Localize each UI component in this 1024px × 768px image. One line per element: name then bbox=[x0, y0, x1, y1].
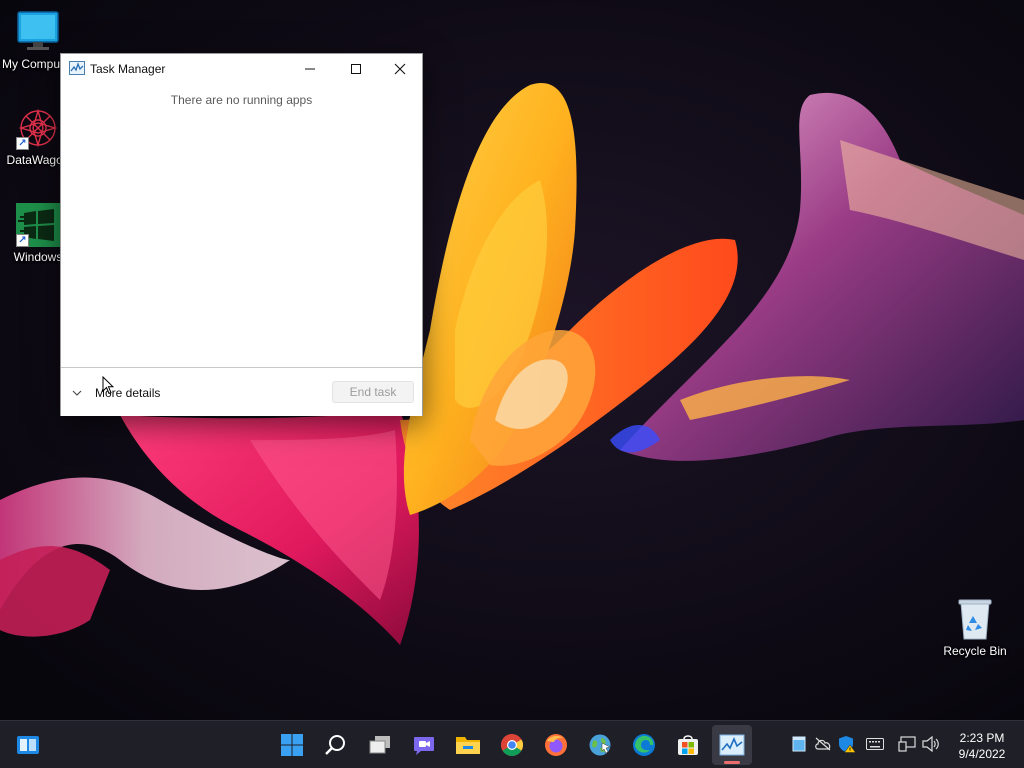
shortcut-arrow-icon: ↗ bbox=[16, 137, 29, 150]
maximize-icon bbox=[351, 64, 361, 74]
store-icon bbox=[678, 735, 698, 755]
clock-time: 2:23 PM bbox=[959, 731, 1005, 745]
clock-date: 9/4/2022 bbox=[958, 747, 1006, 761]
maximize-button[interactable] bbox=[333, 54, 379, 84]
desktop-icon-recycle-bin[interactable]: Recycle Bin bbox=[937, 597, 1013, 658]
tray-clock[interactable]: 2:23 PM 9/4/2022 bbox=[944, 730, 1020, 762]
minimize-button[interactable] bbox=[287, 54, 333, 84]
chrome-button[interactable] bbox=[492, 725, 532, 765]
firefox-icon bbox=[545, 734, 567, 756]
windows-logo-icon bbox=[281, 734, 303, 756]
tray-keyboard-button[interactable] bbox=[866, 735, 884, 753]
close-icon bbox=[394, 63, 406, 75]
cloud-offline-icon bbox=[815, 737, 831, 751]
chat-button[interactable] bbox=[404, 725, 444, 765]
keyboard-icon bbox=[866, 738, 884, 750]
chevron-down-icon bbox=[72, 390, 82, 396]
edge-icon bbox=[633, 734, 655, 756]
start-button[interactable] bbox=[272, 725, 312, 765]
window-footer: More details End task bbox=[61, 367, 422, 416]
file-explorer-button[interactable] bbox=[448, 725, 488, 765]
title-bar[interactable]: Task Manager bbox=[61, 54, 422, 84]
taskbar: 2:23 PM 9/4/2022 bbox=[0, 720, 1024, 768]
edge-button[interactable] bbox=[624, 725, 664, 765]
tray-security-button[interactable] bbox=[838, 735, 856, 753]
folder-icon bbox=[456, 737, 480, 754]
volume-icon bbox=[922, 736, 939, 752]
firefox-button[interactable] bbox=[536, 725, 576, 765]
chat-icon bbox=[414, 737, 434, 755]
search-icon bbox=[325, 735, 345, 755]
task-manager-button[interactable] bbox=[712, 725, 752, 765]
close-button[interactable] bbox=[377, 54, 423, 84]
network-tool-button[interactable] bbox=[580, 725, 620, 765]
desktop-icon-label: Recycle Bin bbox=[943, 644, 1007, 658]
end-task-button[interactable]: End task bbox=[332, 381, 414, 403]
network-icon bbox=[898, 736, 916, 752]
shortcut-arrow-icon: ↗ bbox=[16, 234, 29, 247]
computer-icon bbox=[16, 10, 60, 54]
task-manager-icon bbox=[69, 61, 85, 75]
recycle-bin-icon bbox=[953, 597, 997, 641]
window-title: Task Manager bbox=[90, 62, 166, 76]
windows-app-icon: ↗ bbox=[16, 203, 60, 247]
chrome-icon bbox=[501, 734, 523, 756]
task-view-button[interactable] bbox=[360, 725, 400, 765]
task-view-icon bbox=[369, 736, 390, 754]
search-button[interactable] bbox=[316, 725, 356, 765]
tray-window-button[interactable] bbox=[790, 735, 808, 753]
minimize-icon bbox=[305, 68, 315, 70]
mouse-cursor-icon bbox=[102, 376, 114, 395]
window-icon bbox=[792, 736, 806, 752]
tray-network-button[interactable] bbox=[898, 735, 916, 753]
store-button[interactable] bbox=[668, 725, 708, 765]
task-manager-icon bbox=[719, 734, 745, 756]
running-indicator bbox=[724, 761, 740, 764]
more-details-toggle[interactable]: More details bbox=[71, 382, 160, 404]
tray-volume-button[interactable] bbox=[922, 735, 940, 753]
task-manager-window[interactable]: Task Manager There are no running apps M… bbox=[60, 53, 423, 416]
widgets-button[interactable] bbox=[8, 725, 48, 765]
empty-state-message: There are no running apps bbox=[170, 93, 313, 107]
datawagon-icon: ↗ bbox=[16, 106, 60, 150]
widgets-icon bbox=[17, 736, 39, 754]
security-warning-icon bbox=[839, 736, 856, 753]
globe-icon bbox=[589, 734, 611, 756]
tray-onedrive-button[interactable] bbox=[814, 735, 832, 753]
